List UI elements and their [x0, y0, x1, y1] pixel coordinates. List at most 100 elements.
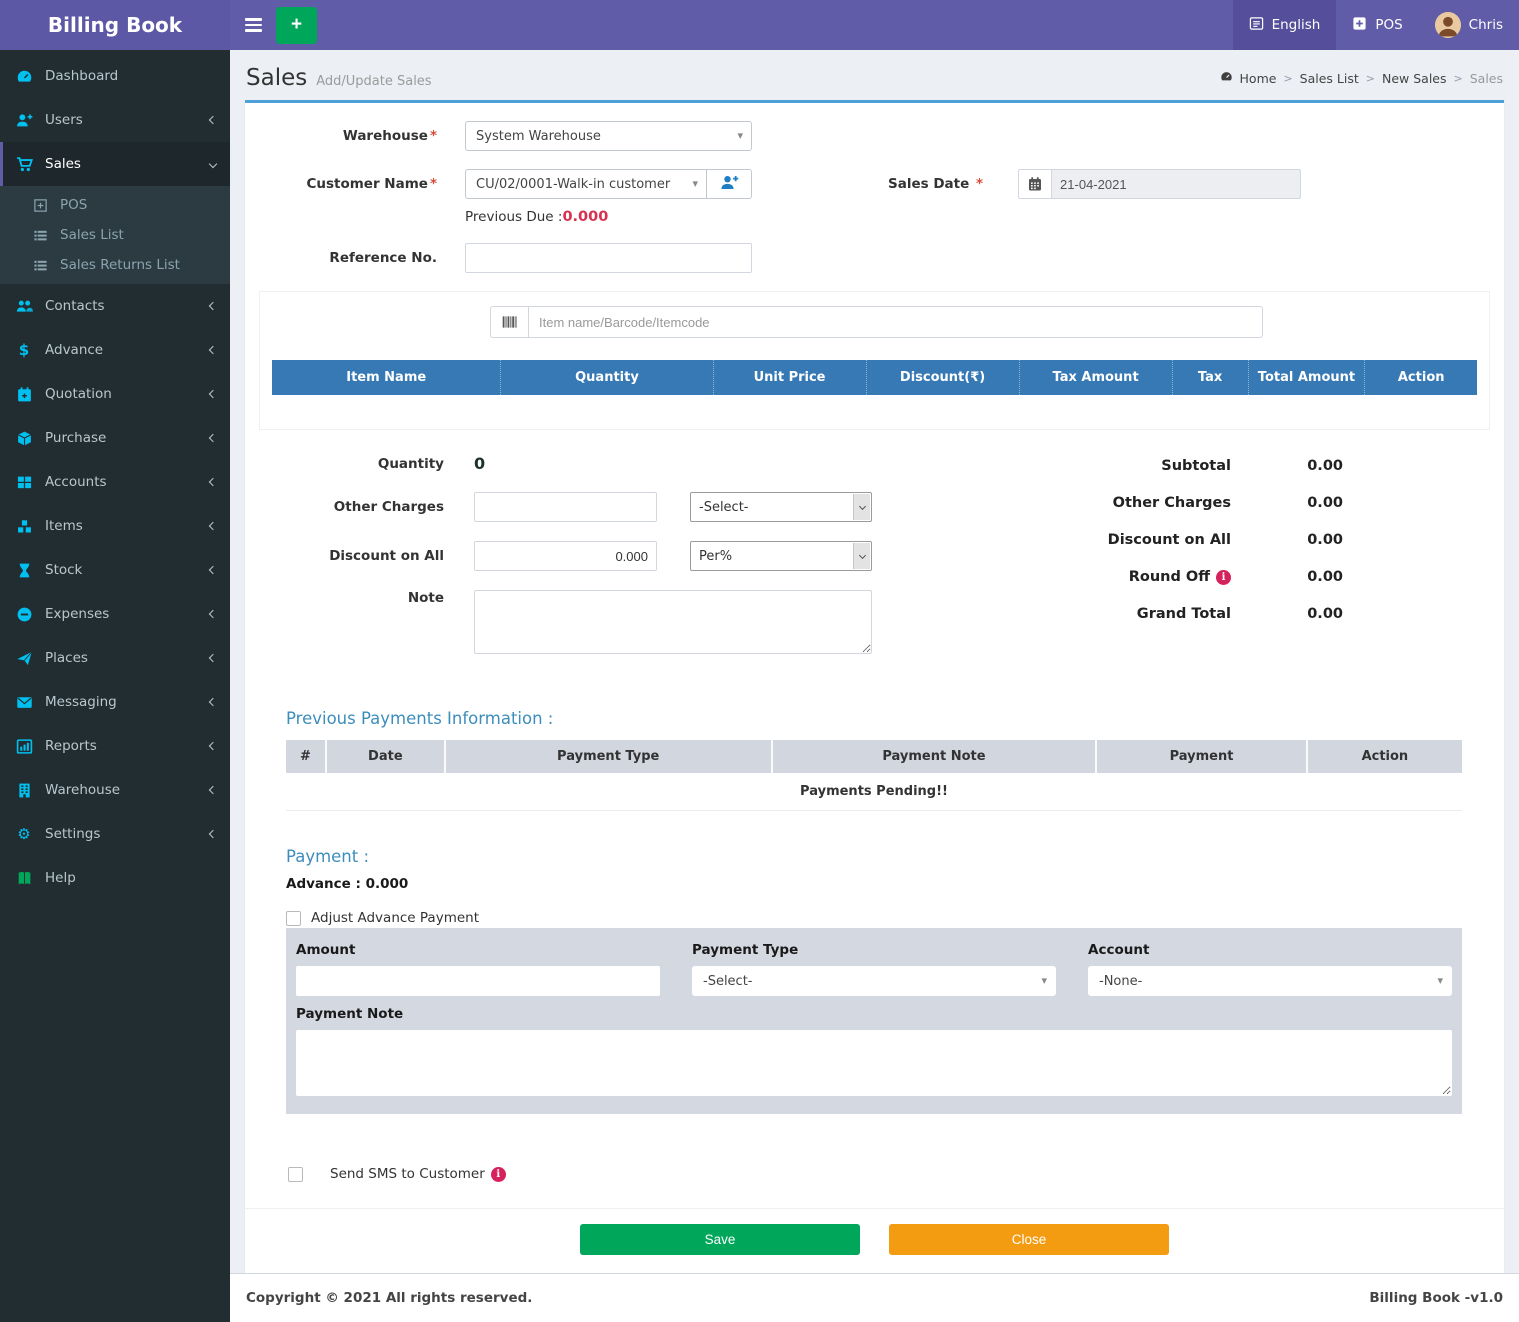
sidebar-item-dashboard[interactable]: Dashboard — [0, 54, 230, 98]
breadcrumb-separator: > — [1366, 72, 1375, 85]
calendar-icon[interactable] — [1018, 169, 1051, 199]
other-charges-select[interactable]: -Select- — [690, 492, 872, 522]
chevron-left-icon — [209, 566, 217, 574]
adjust-advance-checkbox[interactable] — [286, 911, 301, 926]
cart-icon — [15, 156, 33, 173]
page-title-group: Sales Add/Update Sales — [246, 65, 432, 91]
breadcrumb-home[interactable]: Home — [1240, 71, 1277, 86]
other-charges-input[interactable] — [474, 492, 657, 522]
sidebar-item-items[interactable]: Items — [0, 504, 230, 548]
sidebar-item-sales[interactable]: Sales — [0, 142, 230, 186]
user-avatar — [1435, 12, 1461, 38]
quick-add-button[interactable]: + — [276, 7, 317, 44]
account-select[interactable]: -None- — [1088, 966, 1452, 996]
payments-col-payment-note: Payment Note — [772, 740, 1097, 773]
sidebar-item-label: Users — [45, 112, 83, 128]
sidebar-item-purchase[interactable]: Purchase — [0, 416, 230, 460]
sidebar-item-expenses[interactable]: Expenses — [0, 592, 230, 636]
round-off-info-icon[interactable] — [1216, 570, 1231, 585]
language-label: English — [1272, 17, 1321, 33]
warehouse-select[interactable]: System Warehouse — [465, 121, 752, 151]
chevron-left-icon — [209, 742, 217, 750]
sales-form-card: Warehouse* System Warehouse Customer Nam… — [245, 100, 1504, 1273]
sidebar-item-warehouse[interactable]: Warehouse — [0, 768, 230, 812]
close-button[interactable]: Close — [889, 1224, 1169, 1255]
sidebar-item-help[interactable]: Help — [0, 856, 230, 900]
app-logo[interactable]: Billing Book — [0, 0, 230, 50]
amount-input[interactable] — [296, 966, 660, 996]
previous-due: Previous Due :0.000 — [465, 209, 1504, 225]
sidebar-item-users[interactable]: Users — [0, 98, 230, 142]
sales-date-input[interactable] — [1051, 169, 1301, 199]
adjust-advance-label: Adjust Advance Payment — [311, 910, 479, 926]
send-sms-checkbox[interactable] — [288, 1167, 303, 1182]
required-marker: * — [976, 176, 983, 192]
sidebar-item-stock[interactable]: Stock — [0, 548, 230, 592]
hourglass-icon — [15, 562, 33, 579]
cubes-icon — [15, 518, 33, 535]
discount-unit-selected-value: Per% — [699, 549, 732, 564]
sidebar-item-reports[interactable]: Reports — [0, 724, 230, 768]
sidebar-item-accounts[interactable]: Accounts — [0, 460, 230, 504]
amount-label: Amount — [296, 942, 660, 958]
sales-date-label: Sales Date * — [888, 176, 983, 192]
calendar-plus-icon — [15, 386, 33, 403]
send-sms-label: Send SMS to Customer — [330, 1166, 506, 1182]
chevron-left-icon — [209, 610, 217, 618]
sidebar-item-label: Purchase — [45, 430, 106, 446]
page-title: Sales — [246, 65, 307, 91]
discount-on-all-input[interactable] — [474, 541, 657, 571]
previous-payments-title: Previous Payments Information : — [286, 709, 1462, 728]
breadcrumb-new-sales[interactable]: New Sales — [1382, 71, 1447, 86]
breadcrumb-current: Sales — [1470, 71, 1503, 86]
discount-unit-select[interactable]: Per% — [690, 541, 872, 571]
chevron-left-icon — [209, 390, 217, 398]
sidebar-item-quotation[interactable]: Quotation — [0, 372, 230, 416]
cube-icon — [15, 430, 33, 447]
chevron-left-icon — [209, 522, 217, 530]
sidebar-item-advance[interactable]: $ Advance — [0, 328, 230, 372]
sidebar-item-contacts[interactable]: Contacts — [0, 284, 230, 328]
save-button[interactable]: Save — [580, 1224, 860, 1255]
reference-no-input[interactable] — [465, 243, 752, 273]
sidebar-item-settings[interactable]: ⚙ Settings — [0, 812, 230, 856]
breadcrumb-sales-list[interactable]: Sales List — [1300, 71, 1359, 86]
advance-label: Advance : — [286, 876, 361, 892]
payment-type-select[interactable]: -Select- — [692, 966, 1056, 996]
payment-type-selected-value: -Select- — [703, 974, 753, 989]
sidebar-item-label: Accounts — [45, 474, 107, 490]
other-charges-selected-value: -Select- — [699, 500, 749, 515]
pos-menu[interactable]: POS — [1336, 0, 1418, 50]
sidebar-item-label: Warehouse — [45, 782, 120, 798]
item-search-input[interactable] — [528, 306, 1263, 338]
sidebar-item-messaging[interactable]: Messaging — [0, 680, 230, 724]
add-customer-button[interactable] — [707, 169, 752, 199]
required-marker: * — [430, 176, 437, 192]
sidebar-subitem-sales-returns-list[interactable]: Sales Returns List — [0, 250, 230, 280]
language-icon — [1249, 16, 1264, 35]
book-icon — [15, 870, 33, 887]
language-menu[interactable]: English — [1233, 0, 1337, 50]
sidebar-item-label: Sales — [45, 156, 81, 172]
grid-icon — [15, 474, 33, 491]
sidebar-item-label: Settings — [45, 826, 100, 842]
note-textarea[interactable] — [474, 590, 872, 654]
discount-on-all-label: Discount on All — [299, 548, 444, 564]
sidebar-item-label: Items — [45, 518, 83, 534]
sidebar-subitem-sales-list[interactable]: Sales List — [0, 220, 230, 250]
chevron-left-icon — [209, 786, 217, 794]
sms-info-icon[interactable] — [491, 1167, 506, 1182]
user-menu[interactable]: Chris — [1419, 0, 1519, 50]
user-plus-icon — [720, 173, 739, 195]
customer-select[interactable]: CU/02/0001-Walk-in customer — [465, 169, 707, 199]
sidebar-subitem-label: POS — [60, 197, 87, 213]
subtotal-label: Subtotal — [1001, 458, 1231, 474]
account-label: Account — [1088, 942, 1452, 958]
breadcrumb-separator: > — [1454, 72, 1463, 85]
list-icon — [31, 228, 49, 243]
payment-note-textarea[interactable] — [296, 1030, 1452, 1096]
footer: Copyright © 2021 All rights reserved. Bi… — [230, 1273, 1519, 1322]
sidebar-subitem-pos[interactable]: POS — [0, 190, 230, 220]
sidebar-item-places[interactable]: Places — [0, 636, 230, 680]
sidebar-toggle-button[interactable] — [230, 0, 276, 50]
